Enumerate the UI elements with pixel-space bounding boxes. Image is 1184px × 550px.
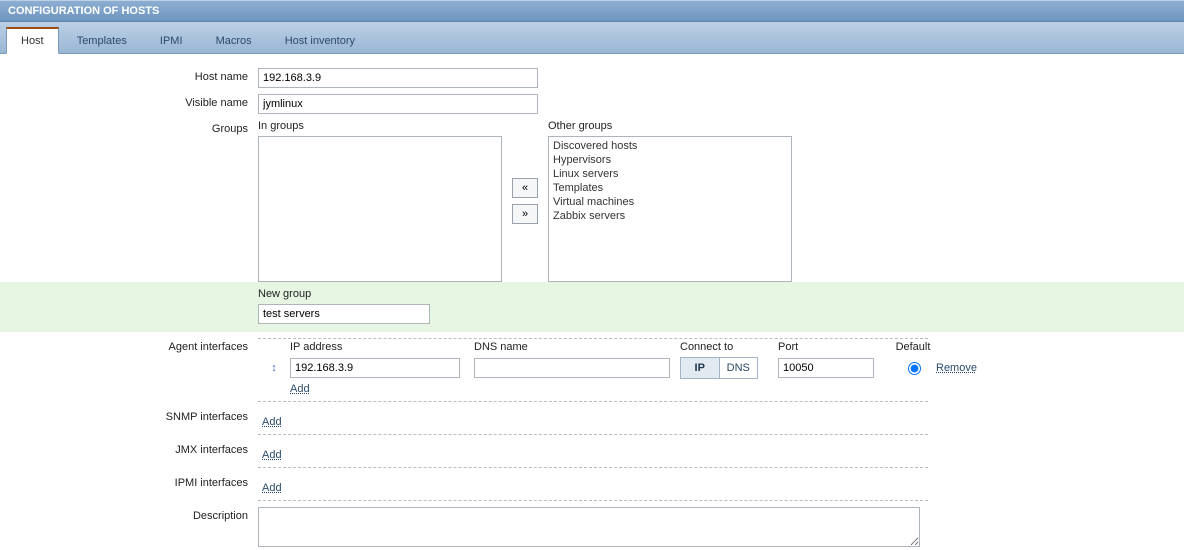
move-left-button[interactable]: « [512, 178, 538, 198]
agent-dns-input[interactable] [474, 358, 670, 378]
other-group-option[interactable]: Virtual machines [553, 195, 787, 209]
label-host-name: Host name [0, 68, 258, 83]
tab-macros[interactable]: Macros [201, 28, 267, 53]
connect-to-toggle: IP DNS [680, 357, 758, 379]
tab-ipmi[interactable]: IPMI [145, 28, 198, 53]
agent-ip-input[interactable] [290, 358, 460, 378]
description-textarea[interactable] [258, 507, 920, 547]
agent-interfaces-block: IP address DNS name Connect to Port Defa… [258, 338, 928, 402]
connect-to-dns[interactable]: DNS [720, 358, 758, 378]
col-port: Port [778, 341, 890, 353]
label-ipmi-interfaces: IPMI interfaces [0, 474, 258, 489]
new-group-title: New group [258, 288, 1184, 300]
agent-interface-row: ↕ IP DNS [258, 353, 928, 379]
tab-host-inventory[interactable]: Host inventory [270, 28, 370, 53]
agent-add-link[interactable]: Add [290, 383, 310, 395]
label-description: Description [0, 507, 258, 522]
snmp-interfaces-block: Add [258, 408, 928, 435]
new-group-input[interactable] [258, 304, 430, 324]
label-agent-interfaces: Agent interfaces [0, 338, 258, 353]
agent-port-input[interactable] [778, 358, 874, 378]
col-ip: IP address [290, 341, 474, 353]
label-visible-name: Visible name [0, 94, 258, 109]
other-groups-title: Other groups [548, 120, 792, 132]
col-dns: DNS name [474, 341, 680, 353]
label-groups: Groups [0, 120, 258, 135]
jmx-interfaces-block: Add [258, 441, 928, 468]
snmp-add-link[interactable]: Add [262, 416, 282, 428]
in-groups-column: In groups [258, 120, 502, 282]
agent-interfaces-header: IP address DNS name Connect to Port Defa… [258, 339, 928, 353]
other-group-option[interactable]: Templates [553, 181, 787, 195]
drag-handle-icon[interactable]: ↕ [258, 362, 290, 374]
tab-host[interactable]: Host [6, 27, 59, 54]
other-groups-column: Other groups Discovered hostsHypervisors… [548, 120, 792, 282]
other-group-option[interactable]: Discovered hosts [553, 139, 787, 153]
agent-default-radio[interactable] [908, 362, 921, 375]
ipmi-add-link[interactable]: Add [262, 482, 282, 494]
host-form: Host name Visible name Groups In groups … [0, 54, 1184, 547]
col-default: Default [890, 341, 936, 353]
col-connect: Connect to [680, 341, 778, 353]
jmx-add-link[interactable]: Add [262, 449, 282, 461]
tab-templates[interactable]: Templates [62, 28, 142, 53]
agent-remove-link[interactable]: Remove [936, 362, 977, 374]
move-right-button[interactable]: » [512, 204, 538, 224]
label-jmx-interfaces: JMX interfaces [0, 441, 258, 456]
tabs-bar: Host Templates IPMI Macros Host inventor… [0, 22, 1184, 54]
config-hosts-title: CONFIGURATION OF HOSTS [0, 0, 1184, 22]
host-name-input[interactable] [258, 68, 538, 88]
in-groups-listbox[interactable] [258, 136, 502, 282]
visible-name-input[interactable] [258, 94, 538, 114]
label-new-group-empty [0, 288, 258, 291]
connect-to-ip[interactable]: IP [681, 358, 720, 378]
in-groups-title: In groups [258, 120, 502, 132]
group-shuttle-buttons: « » [512, 178, 538, 224]
other-group-option[interactable]: Zabbix servers [553, 209, 787, 223]
label-snmp-interfaces: SNMP interfaces [0, 408, 258, 423]
other-groups-listbox[interactable]: Discovered hostsHypervisorsLinux servers… [548, 136, 792, 282]
other-group-option[interactable]: Hypervisors [553, 153, 787, 167]
other-group-option[interactable]: Linux servers [553, 167, 787, 181]
ipmi-interfaces-block: Add [258, 474, 928, 501]
